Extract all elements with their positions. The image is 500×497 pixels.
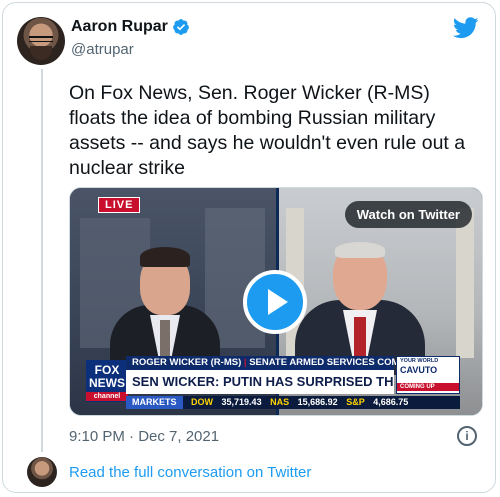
avatar[interactable] <box>17 17 65 65</box>
beard-detail <box>30 46 52 60</box>
show-bug-world: YOUR WORLD <box>400 358 439 364</box>
ticker-nas-label: NAS <box>270 397 290 407</box>
read-full-conversation-link[interactable]: Read the full conversation on Twitter <box>69 464 311 481</box>
show-bug-name: CAVUTO <box>400 365 438 375</box>
play-button[interactable] <box>243 270 307 334</box>
senator-figure <box>295 225 425 375</box>
ticker-dow-value: 35,719.43 <box>221 397 262 407</box>
play-icon <box>268 289 288 315</box>
ticker-sp-value: 4,686.75 <box>373 397 409 407</box>
tweet-card: Aaron Rupar @atrupar On Fox News, Sen. R… <box>2 2 496 493</box>
ticker-nas-value: 15,686.92 <box>297 397 338 407</box>
verified-badge-icon <box>173 19 189 35</box>
ticker-sp-label: S&P <box>346 397 365 407</box>
background-column <box>456 208 474 358</box>
chyron-top: ROGER WICKER (R-MS) | SENATE ARMED SERVI… <box>126 356 434 370</box>
author-name[interactable]: Aaron Rupar <box>71 18 190 36</box>
network-logo-text: FOX NEWS <box>89 363 125 390</box>
network-logo-sub: channel <box>86 392 128 401</box>
anchor-figure <box>110 235 220 375</box>
market-ticker: MARKETS DOW 35,719.43 NAS 15,686.92 S&P … <box>126 396 460 409</box>
show-bug: YOUR WORLD CAVUTO COMING UP <box>396 356 460 394</box>
author-handle[interactable]: @atrupar <box>71 41 134 58</box>
author-name-text: Aaron Rupar <box>71 18 168 35</box>
glasses-detail <box>29 36 53 42</box>
thread-line <box>41 69 43 452</box>
tweet-timestamp[interactable]: 9:10 PM · Dec 7, 2021 <box>69 428 219 445</box>
info-icon[interactable]: i <box>457 426 477 446</box>
twitter-bird-icon[interactable] <box>453 17 479 39</box>
network-logo: FOX NEWS channel <box>86 360 128 402</box>
tweet-text: On Fox News, Sen. Roger Wicker (R-MS) fl… <box>69 82 466 179</box>
ticker-dow-label: DOW <box>191 397 214 407</box>
live-badge: LIVE <box>98 197 141 213</box>
ticker-markets-label: MARKETS <box>126 396 183 409</box>
watch-on-twitter-button[interactable]: Watch on Twitter <box>344 201 472 228</box>
video-player[interactable]: LIVE Watch on Twitter FOX NEWS channel R… <box>69 187 483 416</box>
chyron-headline: SEN WICKER: PUTIN HAS SURPRISED THE WEST… <box>126 370 394 394</box>
reader-avatar <box>27 457 57 487</box>
chyron-name: ROGER WICKER (R-MS) <box>132 357 242 368</box>
show-bug-coming-up: COMING UP <box>397 383 459 391</box>
